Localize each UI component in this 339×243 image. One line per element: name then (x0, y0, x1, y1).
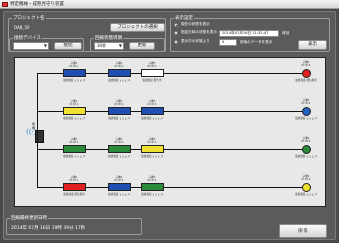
radio-current-label: 現在の状態を表示 (181, 22, 210, 26)
node-signal-label: 電波強度:ｙｙｙ_0 (141, 193, 163, 196)
chevron-down-icon: ▼ (43, 43, 47, 48)
node-signal-label: 電波強度:ｙｙｙ_0 (108, 117, 130, 120)
child-node[interactable] (108, 183, 131, 191)
child-node[interactable] (108, 69, 131, 77)
datetime-suffix: 時刻 (282, 31, 290, 35)
node-signal-label: 電波強度:ｙｙｙ_0 (141, 117, 163, 120)
child-node[interactable] (108, 145, 131, 153)
node-id-label: 子機3 ID:ID:3 (147, 100, 157, 106)
child-node[interactable] (63, 69, 86, 77)
node-id-label: 子機3 ID:ID:3 (147, 176, 157, 182)
node-signal-label: 電波強度:ｙｙｙ_0 (108, 193, 130, 196)
project-group-label: プロジェクト名 (12, 16, 46, 21)
endpoint-node[interactable] (302, 145, 311, 154)
show-button[interactable]: 表示 (298, 40, 327, 50)
project-name: DAB_50 (14, 25, 30, 30)
node-id-label: 子機3 ID:ID:3 (147, 62, 157, 68)
endpoint-signal-label: 電波強度:ｙｙｙ_0 (295, 155, 317, 158)
node-signal-label: 電波強度:ｙｙｙ_0 (141, 155, 163, 158)
endpoint-node[interactable] (302, 183, 311, 192)
endpoint-id-label: 子機4 ID:ID:4 (301, 175, 311, 181)
radio-current[interactable] (174, 23, 178, 27)
endpoint-node[interactable] (302, 69, 311, 78)
node-signal-label: 電波強度:ｙｙｙ_0 (63, 155, 85, 158)
project-select-button[interactable]: プロジェクトの選択 (110, 23, 165, 32)
node-id-label: 子機1 ID:ID:1 (69, 62, 79, 68)
endpoint-node[interactable] (302, 107, 311, 116)
last-update-value: 2014年 07月 16日 19時 39分 17秒 (11, 226, 86, 231)
child-node[interactable] (141, 69, 164, 77)
window-title: 特定機械・成熟見守り装置 (10, 2, 64, 7)
back-button[interactable]: 戻る (279, 224, 327, 238)
radio-offset[interactable] (174, 40, 178, 44)
endpoint-signal-label: 電波強度:通信異常 (295, 79, 317, 82)
device-select[interactable]: ▼ (13, 42, 49, 50)
child-node[interactable] (63, 145, 86, 153)
datetime-input[interactable]: 2014年07月16日 11:31:47 (219, 30, 279, 37)
child-node[interactable] (108, 107, 131, 115)
node-signal-label: 電波強度:ｙｙｙ_0 (63, 117, 85, 120)
last-update-label: 回線最終更新日時 (10, 216, 48, 221)
radio-offset-label: 表示中の状態より (181, 39, 210, 43)
node-signal-label: 電波強度:警告中 (142, 79, 162, 82)
child-node[interactable] (63, 107, 86, 115)
endpoint-id-label: 子機4 ID:ID:4 (301, 61, 311, 67)
node-signal-label: 電波強度:ｙｙｙ_0 (108, 79, 130, 82)
node-signal-label: 電波強度:通信異常 (63, 193, 85, 196)
interval-group: 回線状態周期 30秒 ▼ 更新 (90, 36, 165, 52)
display-group-label: 表示設定 (174, 16, 194, 21)
node-id-label: 子機2 ID:ID:2 (114, 176, 124, 182)
node-id-label: 子機1 ID:ID:1 (69, 176, 79, 182)
endpoint-signal-label: 電波強度:ｙｙｙ_0 (295, 193, 317, 196)
node-id-label: 子機1 ID:ID:1 (69, 138, 79, 144)
node-id-label: 子機2 ID:ID:2 (114, 138, 124, 144)
child-node[interactable] (141, 107, 164, 115)
offset-input[interactable]: 0 (219, 39, 237, 46)
node-signal-label: 電波強度:ｙｙｙ_0 (108, 155, 130, 158)
connect-button[interactable]: 接続 (54, 42, 82, 50)
display-group: 表示設定 現在の状態を表示 指定日時の状態を表示 2014年07月16日 11:… (170, 16, 330, 52)
child-node[interactable] (141, 183, 164, 191)
node-id-label: 子機1 ID:ID:1 (69, 100, 79, 106)
network-diagram: 親機 ((·)) 子機1 ID:ID:1 電波強度:ｙｙｙ_0 子機2 ID:ID:2 電… (14, 57, 326, 207)
node-id-label: 子機2 ID:ID:2 (114, 100, 124, 106)
node-id-label: 子機2 ID:ID:2 (114, 62, 124, 68)
interval-group-label: 回線状態周期 (94, 36, 123, 41)
last-update-group: 回線最終更新日時 2014年 07月 16日 19時 39分 17秒 (6, 216, 142, 235)
endpoint-signal-label: 電波強度:ｙｙｙ_0 (295, 117, 317, 120)
node-id-label: 子機3 ID:ID:3 (147, 138, 157, 144)
radio-specified-label: 指定日時の状態を表示 (181, 30, 217, 34)
child-node[interactable] (63, 183, 86, 191)
endpoint-id-label: 子機4 ID:ID:4 (301, 137, 311, 143)
connection-group: 接続デバイス ▼ 接続 (9, 36, 84, 52)
app-icon (2, 2, 8, 7)
window-titlebar: 特定機械・成熟見守り装置 (0, 0, 339, 9)
connection-group-label: 接続デバイス (13, 36, 42, 41)
offset-suffix: 前後のデータを表示 (240, 40, 273, 44)
interval-update-button[interactable]: 更新 (129, 42, 155, 50)
endpoint-id-label: 子機4 ID:ID:4 (301, 99, 311, 105)
interval-select[interactable]: 30秒 ▼ (94, 42, 124, 50)
node-signal-label: 電波強度:ｙｙｙ_0 (63, 79, 85, 82)
trunk-line (37, 73, 38, 187)
chevron-down-icon: ▼ (118, 43, 122, 48)
radio-specified[interactable] (174, 31, 178, 35)
child-node[interactable] (141, 145, 164, 153)
